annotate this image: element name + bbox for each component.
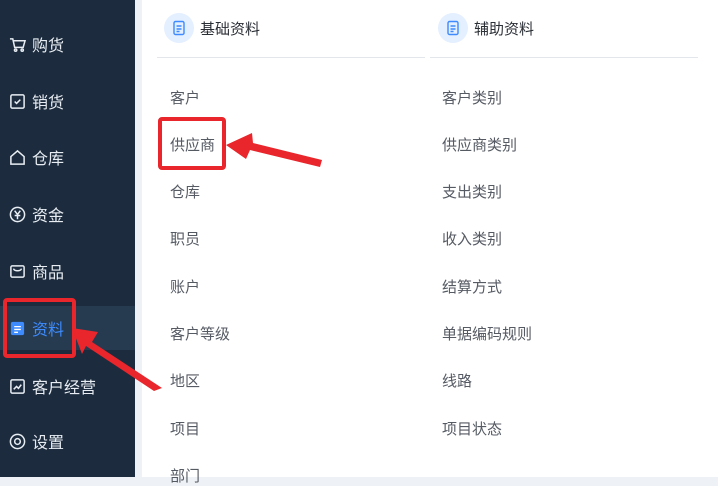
document-icon (438, 13, 468, 43)
highlight-box-data (3, 298, 76, 358)
money-icon (8, 205, 26, 223)
receipt-icon (8, 92, 26, 110)
menu-item-warehouse[interactable]: 仓库 (170, 181, 200, 202)
sidebar-item-customer-ops[interactable]: 客户经营 (0, 364, 135, 408)
chart-icon (8, 377, 26, 395)
menu-item-account[interactable]: 账户 (170, 276, 200, 297)
auxiliary-data-header: 辅助资料 (438, 10, 534, 46)
menu-item-expense-category[interactable]: 支出类别 (442, 181, 502, 202)
document-icon (164, 13, 194, 43)
sidebar-item-settings[interactable]: 设置 (0, 419, 135, 463)
menu-item-department[interactable]: 部门 (170, 465, 200, 486)
sidebar-item-label: 购货 (32, 36, 65, 55)
highlight-box-supplier (158, 117, 226, 170)
settings-icon (8, 432, 26, 450)
menu-item-customer[interactable]: 客户 (170, 87, 200, 108)
menu-item-customer-level[interactable]: 客户等级 (170, 323, 230, 344)
divider (157, 57, 425, 58)
sidebar-item-sales[interactable]: 销货 (0, 79, 135, 123)
column-title: 基础资料 (200, 19, 261, 38)
sidebar-item-label: 客户经营 (32, 378, 97, 397)
sidebar-item-warehouse[interactable]: 仓库 (0, 135, 135, 179)
menu-item-project[interactable]: 项目 (170, 418, 200, 439)
sidebar-item-label: 销货 (32, 93, 65, 112)
sidebar-item-label: 资金 (32, 206, 65, 225)
divider (430, 57, 698, 58)
menu-item-document-code-rules[interactable]: 单据编码规则 (442, 323, 532, 344)
menu-item-customer-category[interactable]: 客户类别 (442, 87, 502, 108)
sidebar-item-label: 仓库 (32, 149, 65, 168)
menu-item-employee[interactable]: 职员 (170, 228, 200, 249)
data-menu-panel: 基础资料 辅助资料 客户 供应商 仓库 职员 账户 客户等级 地区 项目 部门 … (142, 0, 718, 485)
sidebar-item-funds[interactable]: 资金 (0, 192, 135, 236)
menu-item-income-category[interactable]: 收入类别 (442, 228, 502, 249)
sidebar: 购货 销货 仓库 资金 商品 资料 客户经营 设置 (0, 0, 135, 477)
warehouse-icon (8, 148, 26, 166)
menu-item-supplier-category[interactable]: 供应商类别 (442, 134, 517, 155)
column-title: 辅助资料 (474, 19, 535, 38)
sidebar-item-label: 商品 (32, 263, 65, 282)
menu-item-region[interactable]: 地区 (170, 370, 200, 391)
sidebar-item-purchase[interactable]: 购货 (0, 22, 135, 66)
menu-item-route[interactable]: 线路 (442, 370, 472, 391)
sidebar-item-goods[interactable]: 商品 (0, 249, 135, 293)
goods-icon (8, 262, 26, 280)
menu-item-project-status[interactable]: 项目状态 (442, 418, 502, 439)
basic-data-header: 基础资料 (164, 10, 260, 46)
menu-item-settlement-method[interactable]: 结算方式 (442, 276, 502, 297)
sidebar-item-label: 设置 (32, 433, 65, 452)
cart-icon (8, 35, 26, 53)
